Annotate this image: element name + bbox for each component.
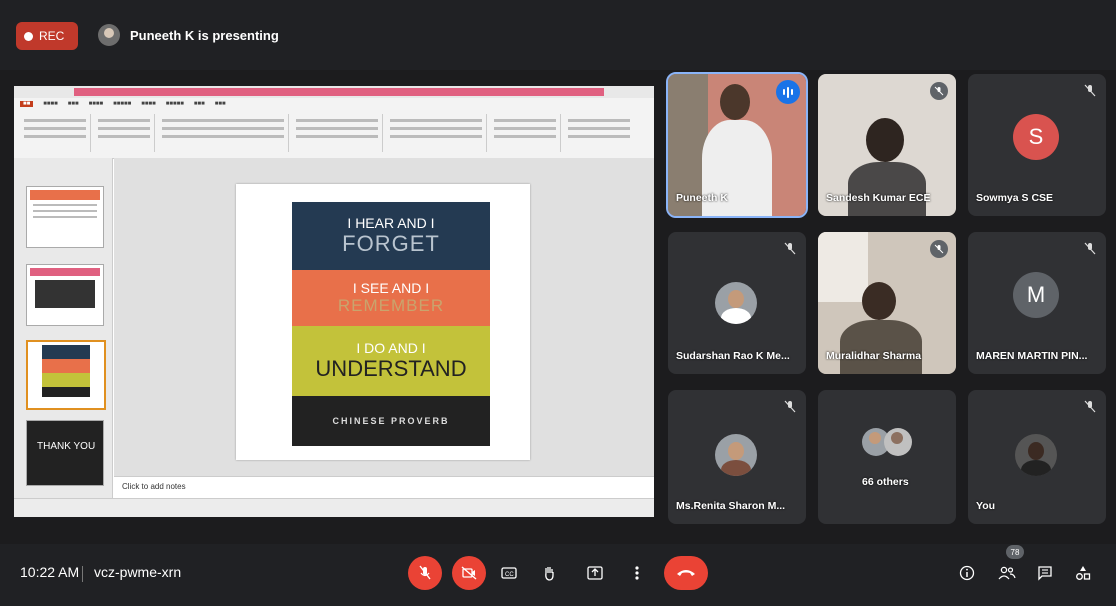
poster-band-hear: I HEAR AND I FORGET (292, 202, 490, 270)
raise-hand-icon (545, 567, 554, 581)
slide-canvas: I HEAR AND I FORGET I SEE AND I REMEMBER… (114, 158, 654, 476)
participant-tile[interactable]: S Sowmya S CSE (968, 74, 1106, 216)
more-options-button[interactable] (620, 556, 654, 590)
app-title-bar (14, 86, 654, 98)
svg-text:CC: CC (505, 572, 514, 578)
mic-off-button[interactable] (408, 556, 442, 590)
app-status-bar (14, 498, 654, 517)
mic-off-icon (784, 242, 796, 256)
poster-band-see: I SEE AND I REMEMBER (292, 270, 490, 326)
participant-name: You (976, 500, 996, 512)
chat-icon (1038, 566, 1052, 581)
participant-name: Sandesh Kumar ECE (826, 192, 931, 204)
more-options-icon (635, 566, 639, 580)
camera-off-button[interactable] (452, 556, 486, 590)
poster-line: UNDERSTAND (315, 356, 467, 381)
present-icon (587, 566, 603, 580)
recording-badge: REC (16, 22, 78, 50)
mic-off-icon (419, 565, 431, 580)
participant-tile[interactable]: Sandesh Kumar ECE (818, 74, 956, 216)
proverb-poster: I HEAR AND I FORGET I SEE AND I REMEMBER… (292, 202, 490, 446)
participant-name: Puneeth K (676, 192, 728, 204)
present-button[interactable] (578, 556, 612, 590)
mic-off-icon (1084, 84, 1096, 98)
shared-screen[interactable]: ■■ ■■■■ ■■■ ■■■■ ■■■■■ ■■■■ ■■■■■ ■■■ ■■■ THANK … (14, 86, 654, 517)
bottom-bar: 10:22 AM vcz-pwme-xrn CC 78 (0, 544, 1116, 606)
end-call-button[interactable] (664, 556, 708, 590)
others-count: 66 others (862, 476, 909, 488)
participant-name: Sudarshan Rao K Me... (676, 350, 790, 362)
divider (82, 566, 83, 582)
notes-pane[interactable]: Click to add notes (114, 476, 654, 498)
participant-tile[interactable]: Puneeth K (666, 72, 808, 218)
participant-name: Sowmya S CSE (976, 192, 1054, 204)
clock: 10:22 AM (20, 564, 80, 580)
activities-icon (1076, 566, 1091, 580)
presenter-indicator: Puneeth K is presenting (98, 24, 279, 46)
slide-thumbnail[interactable] (26, 186, 104, 248)
poster-line: FORGET (342, 231, 440, 256)
poster-line: CHINESE PROVERB (332, 416, 450, 426)
poster-band-do: I DO AND I UNDERSTAND (292, 326, 490, 396)
poster-band-footer: CHINESE PROVERB (292, 396, 490, 446)
meeting-code: vcz-pwme-xrn (94, 564, 182, 580)
participant-avatar: S (1013, 114, 1059, 160)
participant-avatar (715, 282, 757, 324)
poster-line: I SEE AND I (352, 280, 430, 296)
activities-button[interactable] (1066, 556, 1100, 590)
participant-name: Ms.Renita Sharon M... (676, 500, 786, 512)
slide-thumbnail-selected[interactable] (26, 340, 106, 410)
others-tile[interactable]: 66 others (818, 390, 956, 524)
speaking-indicator-icon (776, 80, 800, 104)
presenter-avatar (98, 24, 120, 46)
poster-line: REMEMBER (337, 296, 445, 315)
participant-tile[interactable]: Sudarshan Rao K Me... (668, 232, 806, 374)
people-icon (998, 566, 1016, 580)
rec-label: REC (39, 29, 65, 43)
slide-thumbnails: THANK YOU (14, 158, 113, 498)
chat-button[interactable] (1028, 556, 1062, 590)
participant-tile[interactable]: Ms.Renita Sharon M... (668, 390, 806, 524)
participant-avatar (715, 434, 757, 476)
mic-off-icon (1084, 400, 1096, 414)
mic-off-icon (930, 82, 948, 100)
end-call-icon (677, 570, 695, 576)
thumbnail-text: THANK YOU (37, 441, 96, 452)
participant-avatar: M (1013, 272, 1059, 318)
participant-avatar (1015, 434, 1057, 476)
self-tile[interactable]: You (968, 390, 1106, 524)
mic-off-icon (1084, 242, 1096, 256)
captions-button[interactable]: CC (492, 556, 526, 590)
participant-tile[interactable]: Muralidhar Sharma (818, 232, 956, 374)
record-dot-icon (24, 31, 33, 41)
people-button[interactable] (990, 556, 1024, 590)
mic-off-icon (930, 240, 948, 258)
presenter-text: Puneeth K is presenting (130, 27, 279, 43)
participant-tile[interactable]: M MAREN MARTIN PIN... (968, 232, 1106, 374)
app-ribbon: ■■ ■■■■ ■■■ ■■■■ ■■■■■ ■■■■ ■■■■■ ■■■ ■■■ (14, 98, 654, 159)
info-icon (959, 565, 975, 581)
mic-off-icon (784, 400, 796, 414)
current-slide: I HEAR AND I FORGET I SEE AND I REMEMBER… (236, 184, 530, 460)
participant-name: Muralidhar Sharma (826, 350, 922, 362)
meeting-info-button[interactable] (950, 556, 984, 590)
raise-hand-button[interactable] (532, 556, 566, 590)
slide-thumbnail[interactable]: THANK YOU (26, 420, 104, 486)
captions-icon: CC (501, 567, 517, 579)
participant-name: MAREN MARTIN PIN... (976, 350, 1088, 362)
camera-off-icon (461, 566, 477, 580)
top-bar: REC Puneeth K is presenting (0, 0, 1116, 70)
poster-line: I DO AND I (356, 340, 426, 356)
participant-avatar (884, 428, 912, 456)
slide-thumbnail[interactable] (26, 264, 104, 326)
poster-line: I HEAR AND I (347, 215, 435, 231)
